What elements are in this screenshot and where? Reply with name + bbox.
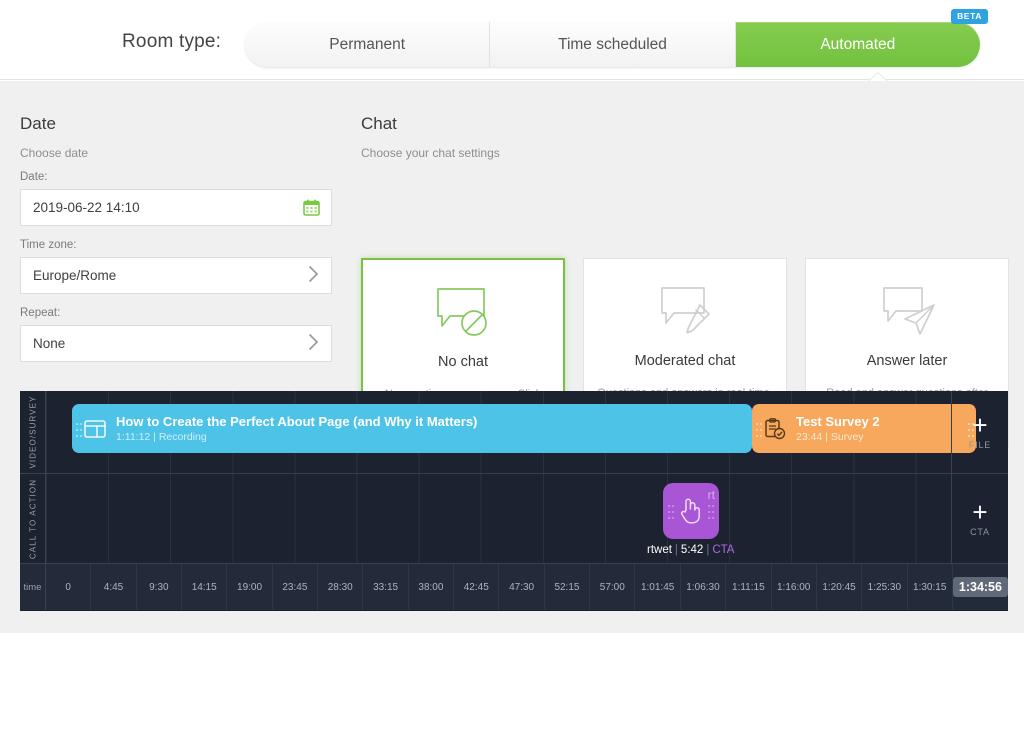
clip-text: How to Create the Perfect About Page (an… [116, 414, 752, 443]
timeline-ruler[interactable]: time 0 4:45 9:30 14:15 19:00 23:45 28:30… [20, 564, 1008, 610]
tab-time-scheduled-label: Time scheduled [558, 36, 667, 54]
timeline-row-call-to-action: CALL TO ACTION rt rtwet|5:42|CTA [20, 474, 1008, 564]
survey-clipboard-icon [764, 418, 786, 440]
timezone-field-value: Europe/Rome [21, 268, 308, 283]
add-cta-button[interactable]: + CTA [951, 474, 1008, 563]
clip-text: Test Survey 2 23:44 | Survey [796, 414, 964, 443]
date-section-subheading: Choose date [20, 146, 88, 160]
plus-icon: + [972, 501, 987, 523]
answer-later-icon [806, 285, 1008, 345]
timezone-field[interactable]: Europe/Rome [20, 257, 332, 294]
ruler-total-duration: 1:34:56 [953, 564, 1008, 610]
date-field-value: 2019-06-22 14:10 [21, 200, 303, 215]
hand-click-icon [678, 496, 702, 529]
moderated-chat-icon [584, 285, 786, 345]
chat-card-title: Answer later [806, 353, 1008, 369]
video-layout-icon [84, 419, 106, 439]
timeline-row-rail-cta: CALL TO ACTION [20, 474, 46, 563]
date-field[interactable]: 2019-06-22 14:10 [20, 189, 332, 226]
ruler-tick: 42:45 [454, 564, 499, 610]
chat-card-title: No chat [363, 354, 563, 370]
ruler-tick: 1:25:30 [862, 564, 907, 610]
timeline-ruler-ticks: 0 4:45 9:30 14:15 19:00 23:45 28:30 33:1… [46, 564, 1008, 610]
ruler-tick: 1:01:45 [635, 564, 680, 610]
chevron-right-icon [308, 265, 319, 286]
ruler-tick: 1:30:15 [908, 564, 953, 610]
ruler-tick: 52:15 [545, 564, 590, 610]
ruler-tick: 47:30 [499, 564, 544, 610]
ruler-total-duration-pill: 1:34:56 [953, 577, 1008, 597]
beta-badge: BETA [951, 9, 988, 24]
timeline-clip-survey[interactable]: Test Survey 2 23:44 | Survey [752, 404, 976, 453]
room-type-bar: Room type: Permanent Time scheduled Auto… [0, 0, 1024, 80]
ruler-tick: 1:06:30 [681, 564, 726, 610]
repeat-field-label: Repeat: [20, 307, 60, 319]
room-type-tabs: Permanent Time scheduled Automated BETA [245, 22, 980, 67]
timeline-clip-video[interactable]: How to Create the Perfect About Page (an… [72, 404, 752, 453]
timeline-editor: VIDEO/SURVEY How to Create the Perfect A… [20, 391, 1008, 611]
clip-drag-handle[interactable] [72, 404, 84, 453]
clip-title: Test Survey 2 [796, 414, 964, 429]
tab-permanent[interactable]: Permanent [245, 22, 490, 67]
timeline-track-cta[interactable]: rt rtwet|5:42|CTA [46, 474, 951, 563]
tab-permanent-label: Permanent [329, 36, 405, 54]
add-file-button[interactable]: + FILE [951, 391, 1008, 473]
cta-caption: rtwet|5:42|CTA [647, 544, 734, 556]
ruler-tick: 14:15 [182, 564, 227, 610]
timeline-ruler-label: time [20, 564, 46, 610]
clip-drag-handle[interactable] [752, 404, 764, 453]
ruler-tick: 28:30 [318, 564, 363, 610]
timeline-cta-block[interactable]: rt [663, 483, 719, 539]
ruler-tick: 38:00 [409, 564, 454, 610]
clip-meta: 1:11:12 | Recording [116, 431, 752, 443]
ruler-tick: 1:11:15 [726, 564, 771, 610]
timeline-track-video-survey[interactable]: How to Create the Perfect About Page (an… [46, 391, 951, 473]
no-chat-icon [363, 286, 563, 346]
tab-automated-label: Automated [820, 36, 895, 54]
cta-drag-handle-left[interactable] [668, 502, 674, 520]
ruler-tick: 1:16:00 [772, 564, 817, 610]
room-type-label: Room type: [122, 31, 221, 53]
cta-kind: CTA [712, 544, 734, 556]
timeline-row-rail-video-survey: VIDEO/SURVEY [20, 391, 46, 473]
cta-drag-handle-right[interactable] [708, 502, 714, 520]
automated-room-settings-page: Room type: Permanent Time scheduled Auto… [0, 0, 1024, 732]
timeline-row-rail-label: VIDEO/SURVEY [28, 395, 37, 468]
chevron-right-icon [308, 333, 319, 354]
ruler-tick: 0 [46, 564, 91, 610]
cta-name: rtwet [647, 544, 672, 556]
clip-meta: 23:44 | Survey [796, 431, 964, 443]
timezone-field-label: Time zone: [20, 239, 76, 251]
clip-title: How to Create the Perfect About Page (an… [116, 414, 752, 429]
ruler-tick: 4:45 [91, 564, 136, 610]
timeline-row-rail-label: CALL TO ACTION [28, 478, 37, 558]
repeat-field-value: None [21, 336, 308, 351]
access-type-bar: Access type: Open to all Password Token … [0, 633, 1024, 732]
ruler-tick: 9:30 [137, 564, 182, 610]
ruler-tick: 1:20:45 [817, 564, 862, 610]
ruler-tick: 33:15 [363, 564, 408, 610]
chat-card-title: Moderated chat [584, 353, 786, 369]
chat-section-heading: Chat [361, 114, 397, 134]
ruler-tick: 19:00 [227, 564, 272, 610]
ruler-tick: 57:00 [590, 564, 635, 610]
add-cta-label: CTA [970, 527, 990, 537]
tab-automated[interactable]: Automated BETA [736, 22, 980, 67]
timeline-row-video-survey: VIDEO/SURVEY How to Create the Perfect A… [20, 391, 1008, 474]
calendar-icon[interactable] [303, 199, 320, 216]
repeat-field[interactable]: None [20, 325, 332, 362]
ruler-tick: 23:45 [273, 564, 318, 610]
plus-icon: + [972, 414, 987, 436]
cta-time: 5:42 [681, 544, 703, 556]
date-section-heading: Date [20, 114, 56, 134]
tab-time-scheduled[interactable]: Time scheduled [490, 22, 735, 67]
date-field-label: Date: [20, 171, 48, 183]
cta-ghost-text: rt [708, 488, 715, 502]
add-file-label: FILE [969, 440, 991, 450]
chat-section-subheading: Choose your chat settings [361, 146, 500, 160]
